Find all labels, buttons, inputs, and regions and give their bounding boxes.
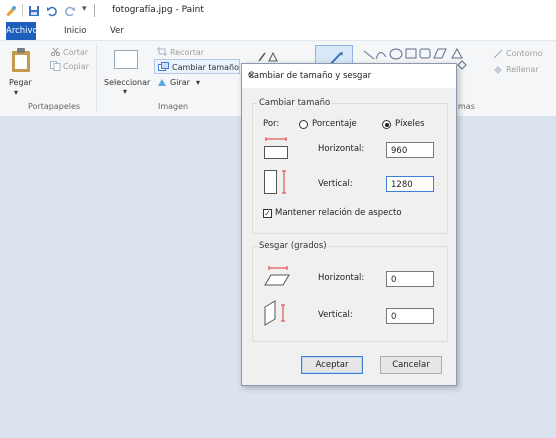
crop-button[interactable]: Recortar — [170, 48, 204, 57]
select-button[interactable]: Seleccionar — [104, 78, 150, 87]
resize-skew-icon — [158, 62, 169, 71]
vertical-skew-icon — [264, 300, 285, 326]
horizontal-skew-icon — [264, 266, 290, 286]
outline-icon — [493, 49, 503, 59]
horizontal-resize-icon — [264, 137, 288, 159]
select-icon[interactable] — [114, 50, 138, 69]
image-group-label: Imagen — [158, 102, 189, 111]
shapes-group-label: mas — [458, 102, 475, 111]
outline-button[interactable]: Contorno — [506, 49, 543, 58]
skew-vertical-label: Vertical: — [318, 310, 353, 320]
rotate-dropdown-icon[interactable]: ▾ — [196, 78, 200, 87]
keep-ratio-label[interactable]: Mantener relación de aspecto — [275, 208, 402, 218]
cancel-button[interactable]: Cancelar — [380, 356, 442, 374]
dialog-title-bar: Cambiar de tamaño y sesgar ✕ — [242, 64, 456, 88]
rotate-button[interactable]: Girar — [170, 78, 190, 87]
undo-icon[interactable] — [46, 5, 58, 17]
window-title: fotografía.jpg - Paint — [112, 5, 204, 15]
redo-icon[interactable] — [64, 5, 76, 17]
percent-option-label[interactable]: Porcentaje — [312, 119, 357, 129]
save-icon[interactable] — [28, 5, 40, 17]
tools-icons[interactable] — [257, 49, 285, 63]
fill-button[interactable]: Rellenar — [506, 65, 539, 74]
crop-icon — [157, 47, 167, 56]
tab-file[interactable]: Archivo — [6, 22, 38, 40]
vertical-label: Vertical: — [318, 179, 353, 189]
paste-button[interactable]: Pegar — [9, 78, 32, 87]
tab-view[interactable]: Ver — [104, 22, 130, 40]
resize-skew-dialog: Cambiar de tamaño y sesgar ✕ Cambiar tam… — [241, 63, 457, 386]
copy-icon — [50, 61, 61, 71]
resize-group: Cambiar tamaño Por: Porcentaje Píxeles H… — [252, 98, 448, 234]
title-bar: ▾ fotografía.jpg - Paint — [0, 0, 556, 23]
percent-radio[interactable] — [299, 120, 308, 129]
select-dropdown-icon[interactable]: ▾ — [123, 87, 127, 96]
close-icon[interactable]: ✕ — [248, 71, 448, 81]
horizontal-label: Horizontal: — [318, 144, 365, 154]
paste-dropdown-icon[interactable]: ▾ — [14, 88, 18, 97]
skew-horizontal-label: Horizontal: — [318, 273, 365, 283]
skew-group: Sesgar (grados) Horizontal: 0 Vertical: … — [252, 241, 448, 342]
tab-home[interactable]: Inicio — [58, 22, 93, 40]
cut-button[interactable]: Cortar — [63, 48, 88, 57]
skew-vertical-input[interactable]: 0 — [386, 308, 434, 324]
by-label: Por: — [263, 119, 280, 129]
pixels-option-label[interactable]: Píxeles — [395, 119, 425, 129]
rotate-icon — [158, 79, 166, 86]
skew-group-title: Sesgar (grados) — [257, 241, 329, 251]
fill-icon — [494, 66, 502, 74]
scissors-icon — [51, 47, 60, 56]
vertical-resize-icon — [264, 170, 286, 194]
skew-horizontal-input[interactable]: 0 — [386, 271, 434, 287]
ok-button[interactable]: Aceptar — [301, 356, 363, 374]
paint-app-icon — [6, 6, 16, 16]
horizontal-input[interactable]: 960 — [386, 142, 434, 158]
resize-button[interactable]: Cambiar tamaño — [172, 63, 239, 72]
ribbon-separator — [96, 45, 97, 112]
keep-ratio-checkbox[interactable]: ✓ — [263, 209, 272, 218]
copy-button[interactable]: Copiar — [63, 62, 89, 71]
clipboard-group-label: Portapapeles — [28, 102, 81, 111]
vertical-input[interactable]: 1280 — [386, 176, 434, 192]
paste-icon[interactable] — [10, 47, 32, 73]
resize-group-title: Cambiar tamaño — [257, 98, 333, 108]
ribbon-tabs: Archivo Inicio Ver — [0, 22, 556, 40]
customize-quick-access-icon[interactable]: ▾ — [82, 4, 87, 14]
pixels-radio[interactable] — [382, 120, 391, 129]
